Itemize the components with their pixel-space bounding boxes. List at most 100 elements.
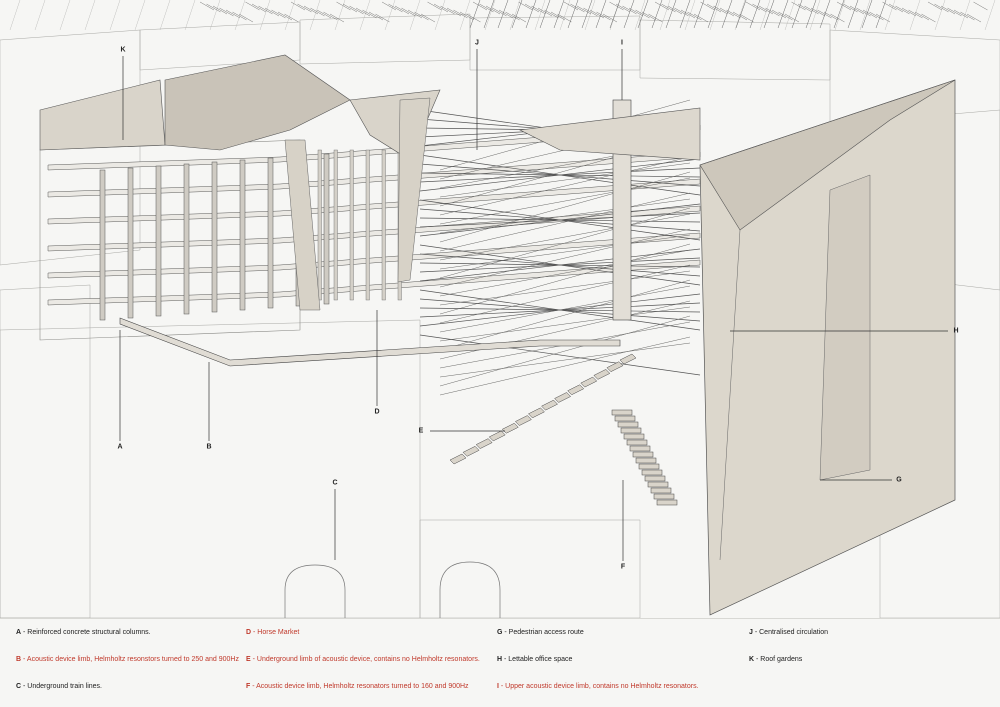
skyline-hatch	[940, 5, 956, 15]
acoustic-limb-e-segment	[488, 430, 506, 442]
skyline-hatch	[609, 1, 624, 11]
context-edge	[259, 0, 271, 31]
skyline-edge	[651, 0, 663, 29]
skyline-hatch	[336, 1, 351, 11]
skyline-edge	[735, 0, 747, 29]
skyline-hatch	[680, 9, 696, 19]
skyline-hatch	[258, 5, 273, 15]
architectural-section-drawing	[0, 0, 1000, 618]
callout-a: A	[117, 443, 123, 451]
context-edge	[734, 0, 746, 31]
skyline-hatch	[596, 11, 611, 21]
context-edge	[159, 0, 171, 31]
callout-g: G	[896, 476, 902, 484]
skyline-hatch	[693, 13, 709, 23]
skyline-edge	[595, 0, 607, 29]
acoustic-limb-f-segment	[650, 487, 672, 494]
acoustic-limb-f-segment	[641, 469, 663, 476]
callout-j: J	[475, 39, 479, 47]
legend-item-b: B - Acoustic device limb, Helmholtz reso…	[16, 656, 239, 663]
acoustic-limb-f-segment	[629, 445, 651, 452]
skyline-edge	[497, 0, 509, 29]
skyline-hatch	[303, 5, 319, 15]
skyline-hatch	[810, 7, 826, 17]
context-edge	[834, 0, 846, 31]
context-edge	[809, 0, 821, 31]
skyline-hatch	[388, 3, 403, 13]
skyline-edge	[567, 0, 579, 29]
skyline-hatch	[914, 11, 930, 21]
crossing-beam	[439, 249, 691, 297]
structural-column	[365, 149, 370, 301]
skyline-hatch	[895, 5, 910, 15]
skyline-edge	[525, 0, 537, 29]
skyline-hatch	[271, 9, 286, 19]
acoustic-limb-e-segment	[619, 353, 637, 365]
acoustic-limb-e-segment	[554, 392, 572, 403]
skyline-edge	[469, 0, 481, 29]
skyline-edge	[553, 0, 565, 29]
skyline-hatch	[375, 13, 390, 23]
structural-column	[211, 161, 218, 313]
skyline-hatch	[440, 5, 455, 15]
context-edge	[84, 0, 96, 31]
crossing-beam	[419, 293, 701, 327]
acoustic-limb-f-segment	[632, 451, 654, 458]
acoustic-limb-f-segment	[623, 433, 645, 440]
context-edge	[534, 0, 546, 31]
skyline-hatch	[947, 7, 962, 17]
context-edge	[934, 0, 946, 31]
skyline-hatch	[739, 13, 754, 23]
structural-column	[333, 149, 338, 301]
skyline-hatch	[459, 11, 475, 21]
skyline-hatch	[407, 9, 423, 19]
acoustic-limb-f-segment	[635, 457, 657, 464]
skyline-edge	[777, 0, 789, 29]
skyline-hatch	[953, 9, 969, 19]
train-arch	[284, 564, 346, 618]
context-edge	[984, 0, 996, 31]
context-edge	[234, 0, 246, 31]
skyline-hatch	[284, 13, 299, 23]
skyline-hatch	[823, 11, 839, 21]
skyline-hatch	[901, 7, 917, 17]
skyline-hatch	[498, 9, 514, 19]
skyline-hatch	[921, 13, 936, 23]
skyline-hatch	[245, 1, 260, 11]
structural-column	[323, 153, 330, 305]
skyline-hatch	[394, 5, 410, 15]
skyline-hatch	[368, 11, 384, 21]
skyline-edge	[609, 0, 621, 29]
roof-garden-far	[518, 107, 701, 161]
context-edge	[509, 0, 521, 31]
crossing-beam	[439, 315, 691, 387]
skyline-hatch	[557, 13, 572, 23]
skyline-hatch	[888, 3, 904, 13]
skyline-hatch	[817, 9, 832, 19]
acoustic-limb-f-segment	[614, 415, 636, 422]
context-edge	[209, 0, 221, 31]
skyline-edge	[707, 0, 719, 29]
underground-train-arches	[284, 561, 501, 618]
context-edge	[184, 0, 196, 31]
context-edge	[109, 0, 121, 31]
context-building	[299, 13, 471, 65]
skyline-hatch	[641, 11, 657, 21]
skyline-hatch	[583, 7, 598, 17]
context-edge	[309, 0, 321, 31]
structural-column	[317, 149, 322, 301]
skyline-hatch	[433, 3, 449, 13]
acoustic-device-limbs	[119, 317, 678, 506]
skyline-edge	[679, 0, 691, 29]
acoustic-limb-f-segment	[620, 427, 642, 434]
skyline-edge	[847, 0, 859, 29]
skyline-hatch	[966, 13, 982, 23]
skyline-hatch	[355, 7, 371, 17]
skyline-hatch	[765, 7, 780, 17]
skyline-hatch	[485, 5, 501, 15]
skyline-hatch	[973, 1, 988, 11]
structural-column	[349, 149, 354, 301]
skyline-hatch	[199, 1, 215, 11]
skyline-hatch	[550, 11, 566, 21]
floor-slab	[47, 259, 701, 306]
